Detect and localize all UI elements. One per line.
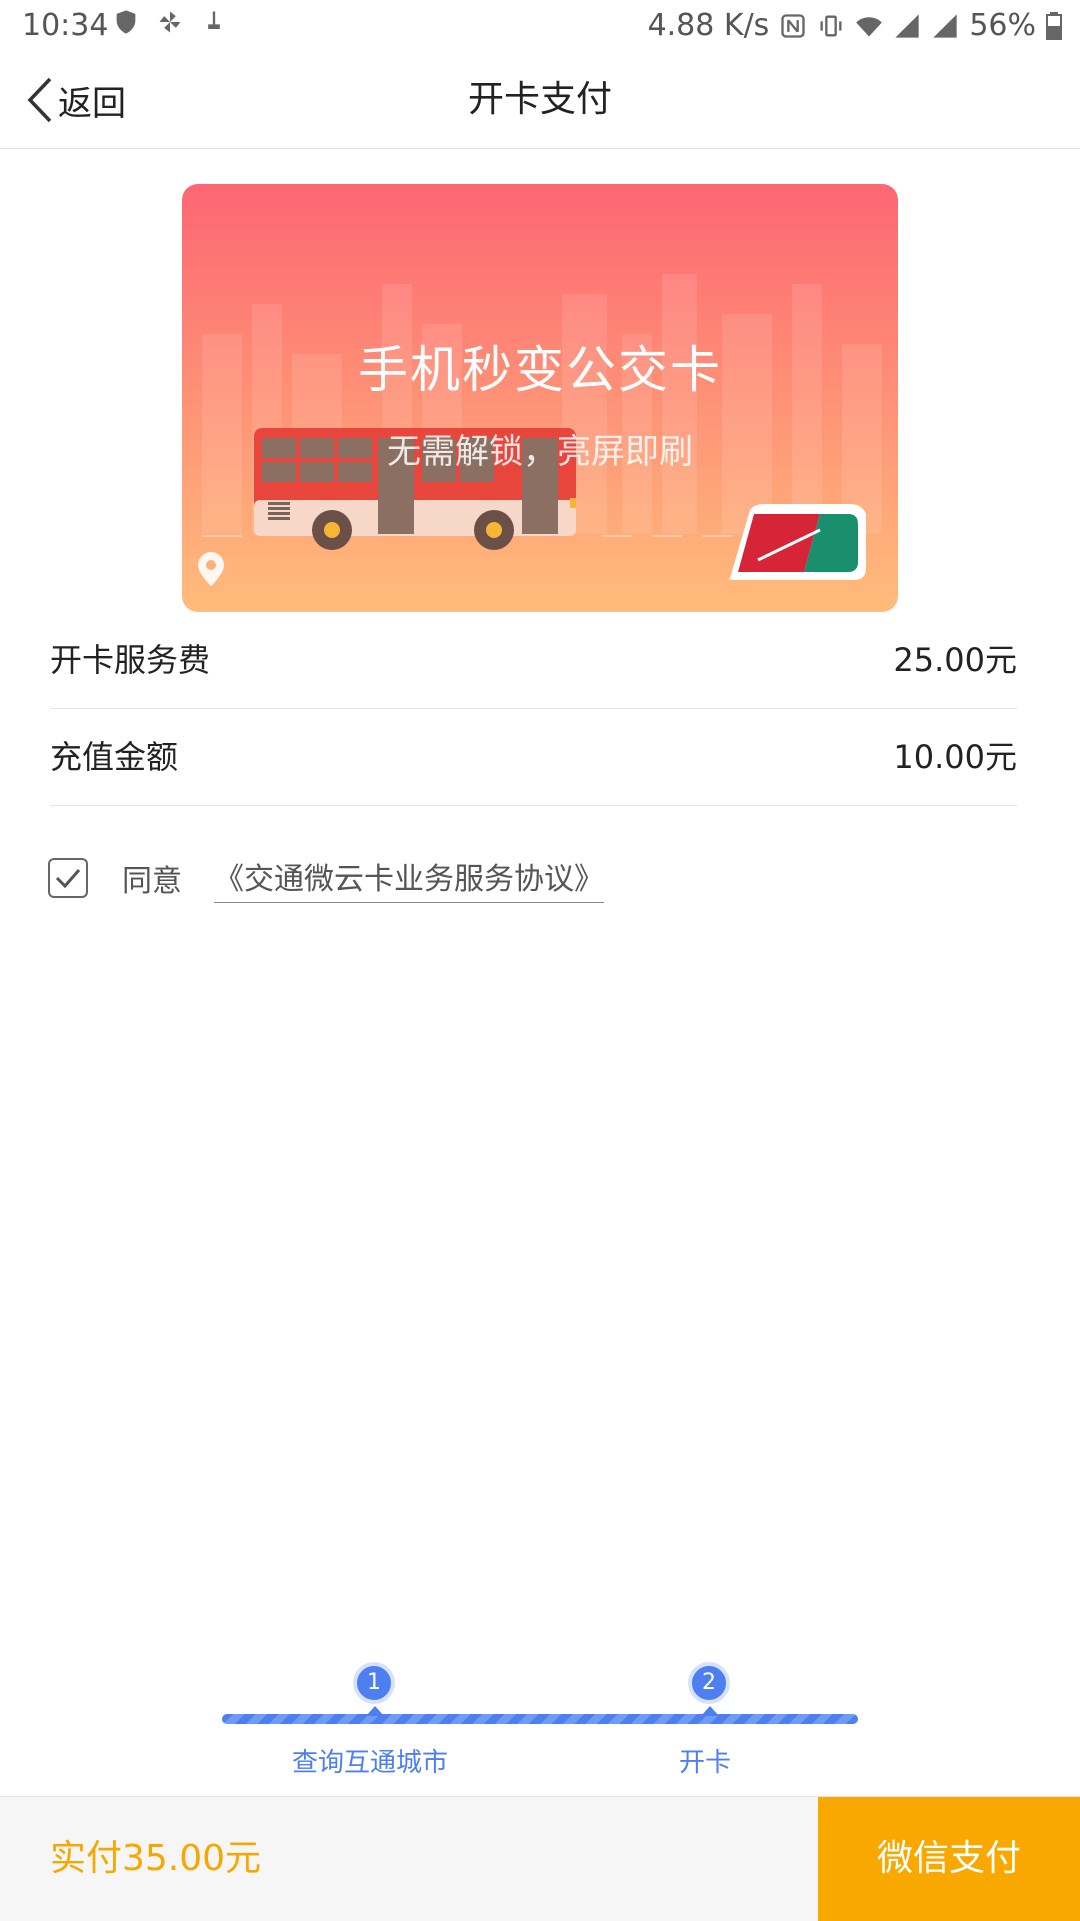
status-bar: 10:34 4.88 K/s 56%: [0, 0, 1080, 52]
step-2-notch: [701, 1706, 719, 1716]
agree-label: 同意: [122, 864, 182, 899]
banner-title: 手机秒变公交卡: [358, 341, 722, 399]
page-title: 开卡支付: [467, 79, 612, 120]
network-speed: 4.88 K/s: [647, 8, 770, 43]
vibrate-icon: [820, 15, 842, 36]
usb-icon: [208, 11, 220, 29]
step-progress-line: [222, 1714, 858, 1724]
service-fee-row: 开卡服务费 25.00元: [50, 612, 1017, 709]
back-label: 返回: [58, 83, 126, 124]
step-2-label: 开卡: [678, 1748, 732, 1778]
pinwheel-icon: [159, 11, 181, 33]
checkmark-icon: [55, 869, 81, 889]
agree-checkbox[interactable]: [48, 858, 88, 898]
promo-banner: 手机秒变公交卡 无需解锁，亮屏即刷: [182, 184, 898, 612]
tunion-logo: [729, 504, 866, 580]
recharge-amount-label: 充值金额: [50, 738, 179, 776]
signal-icon: [933, 13, 957, 38]
shield-icon: [116, 10, 136, 34]
agreement-row: 同意 《交通微云卡业务服务协议》: [48, 858, 604, 903]
wechat-pay-button[interactable]: 微信支付: [818, 1797, 1080, 1921]
progress-steps: 1 查询互通城市 2 开卡: [222, 1662, 858, 1778]
location-pin-icon: [198, 552, 224, 586]
step-1-indicator: 1: [353, 1662, 395, 1704]
banner-subtitle: 无需解锁，亮屏即刷: [387, 432, 693, 472]
agreement-link[interactable]: 《交通微云卡业务服务协议》: [214, 854, 604, 903]
back-button[interactable]: 返回: [24, 52, 126, 148]
chevron-left-icon: [27, 77, 52, 123]
header: 返回 开卡支付: [0, 52, 1080, 149]
recharge-amount-row: 充值金额 10.00元: [50, 709, 1017, 806]
nfc-icon: [781, 13, 805, 38]
service-fee-value: 25.00元: [893, 641, 1017, 679]
service-fee-label: 开卡服务费: [50, 641, 211, 679]
battery-icon: [1046, 11, 1062, 40]
recharge-amount-value: 10.00元: [893, 738, 1017, 776]
step-1-label: 查询互通城市: [291, 1748, 449, 1778]
battery-level: 56%: [969, 8, 1036, 43]
total-amount: 实付35.00元: [50, 1838, 262, 1879]
signal-icon: [895, 13, 919, 38]
step-1-notch: [366, 1706, 384, 1716]
wifi-icon: [856, 16, 883, 36]
status-time: 10:34: [22, 8, 109, 43]
step-2-indicator: 2: [688, 1662, 730, 1704]
bottom-bar: 实付35.00元 微信支付: [0, 1796, 1080, 1921]
